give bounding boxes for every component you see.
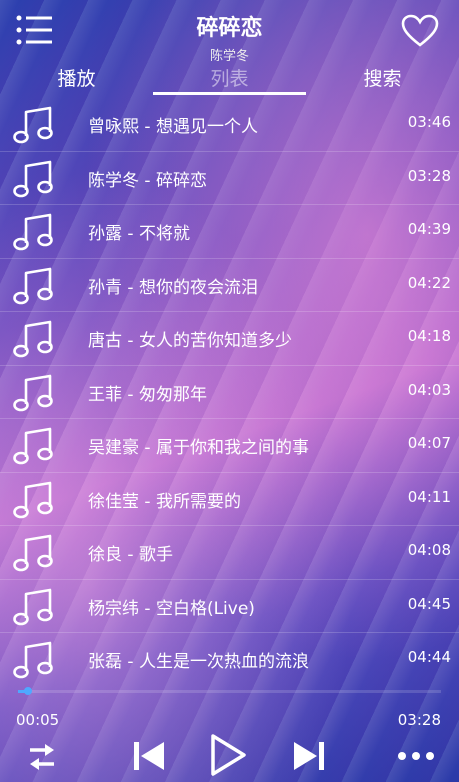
music-note-icon — [13, 641, 53, 679]
music-note-icon — [13, 267, 53, 304]
playlist-item[interactable]: 徐佳莹 - 我所需要的 04:11 — [0, 473, 459, 526]
next-icon[interactable] — [292, 738, 326, 774]
tab-play[interactable]: 播放 — [0, 64, 153, 91]
shuffle-icon[interactable] — [28, 740, 58, 774]
song-name: 徐良 - 歌手 — [88, 545, 173, 565]
current-time: 00:05 — [16, 711, 60, 729]
song-name: 杨宗纬 - 空白格(Live) — [88, 598, 255, 619]
song-name: 曾咏熙 - 想遇见一个人 — [88, 117, 258, 137]
playlist-item[interactable]: 陈学冬 - 碎碎恋 03:28 — [0, 152, 459, 205]
song-duration: 04:11 — [407, 487, 451, 506]
music-note-icon — [13, 106, 53, 144]
song-name: 张磊 - 人生是一次热血的流浪 — [88, 652, 309, 672]
playlist-item[interactable]: 唐古 - 女人的苦你知道多少 04:18 — [0, 312, 459, 366]
song-name: 徐佳莹 - 我所需要的 — [88, 491, 241, 512]
song-name: 唐古 - 女人的苦你知道多少 — [88, 331, 292, 351]
heart-icon[interactable] — [401, 14, 439, 48]
song-duration: 04:08 — [407, 541, 451, 559]
total-time: 03:28 — [397, 711, 441, 729]
song-name: 孙露 - 不将就 — [88, 224, 190, 244]
playlist-item[interactable]: 孙青 - 想你的夜会流泪 04:22 — [0, 259, 459, 312]
song-duration: 04:39 — [407, 220, 451, 238]
song-duration: 04:44 — [407, 648, 451, 666]
song-duration: 04:45 — [407, 594, 451, 613]
more-icon[interactable] — [396, 750, 436, 762]
song-name: 吴建豪 - 属于你和我之间的事 — [88, 438, 309, 458]
music-note-icon — [13, 213, 53, 251]
song-artist: 陈学冬 — [209, 49, 249, 64]
music-note-icon — [13, 427, 53, 465]
music-note-icon — [13, 481, 53, 518]
song-name: 孙青 - 想你的夜会流泪 — [88, 277, 258, 298]
song-duration: 03:28 — [407, 166, 451, 185]
playlist-item[interactable]: 杨宗纬 - 空白格(Live) 04:45 — [0, 580, 459, 633]
tab-active-indicator — [153, 92, 306, 95]
playlist-item[interactable]: 徐良 - 歌手 04:08 — [0, 526, 459, 580]
song-duration: 04:22 — [407, 273, 451, 292]
song-title: 碎碎恋 — [196, 16, 263, 41]
song-name: 王菲 - 匆匆那年 — [88, 384, 207, 405]
play-icon[interactable] — [208, 732, 248, 778]
song-name: 陈学冬 - 碎碎恋 — [88, 170, 207, 191]
tab-search[interactable]: 搜索 — [306, 64, 459, 91]
music-note-icon — [13, 588, 53, 625]
song-duration: 04:07 — [407, 434, 451, 452]
tab-bar: 播放 列表 搜索 — [0, 64, 459, 98]
tab-list[interactable]: 列表 — [153, 64, 306, 91]
playback-controls — [0, 732, 459, 782]
previous-icon[interactable] — [132, 738, 166, 774]
song-duration: 04:18 — [407, 327, 451, 345]
playlist-item[interactable]: 孙露 - 不将就 04:39 — [0, 205, 459, 259]
progress-bar[interactable] — [18, 687, 441, 695]
music-note-icon — [13, 320, 53, 358]
song-duration: 03:46 — [407, 113, 451, 131]
playlist-item[interactable]: 张磊 - 人生是一次热血的流浪 04:44 — [0, 633, 459, 680]
music-note-icon — [13, 534, 53, 572]
playlist[interactable]: 曾咏熙 - 想遇见一个人 03:46 陈学冬 - 碎碎恋 03:28 孙露 - 不将就 0… — [0, 98, 459, 680]
song-duration: 04:03 — [407, 380, 451, 399]
playlist-item[interactable]: 王菲 - 匆匆那年 04:03 — [0, 366, 459, 419]
playlist-item[interactable]: 曾咏熙 - 想遇见一个人 03:46 — [0, 98, 459, 152]
music-note-icon — [13, 374, 53, 411]
playlist-item[interactable]: 吴建豪 - 属于你和我之间的事 04:07 — [0, 419, 459, 473]
music-note-icon — [13, 160, 53, 197]
progress-knob[interactable] — [24, 687, 33, 695]
